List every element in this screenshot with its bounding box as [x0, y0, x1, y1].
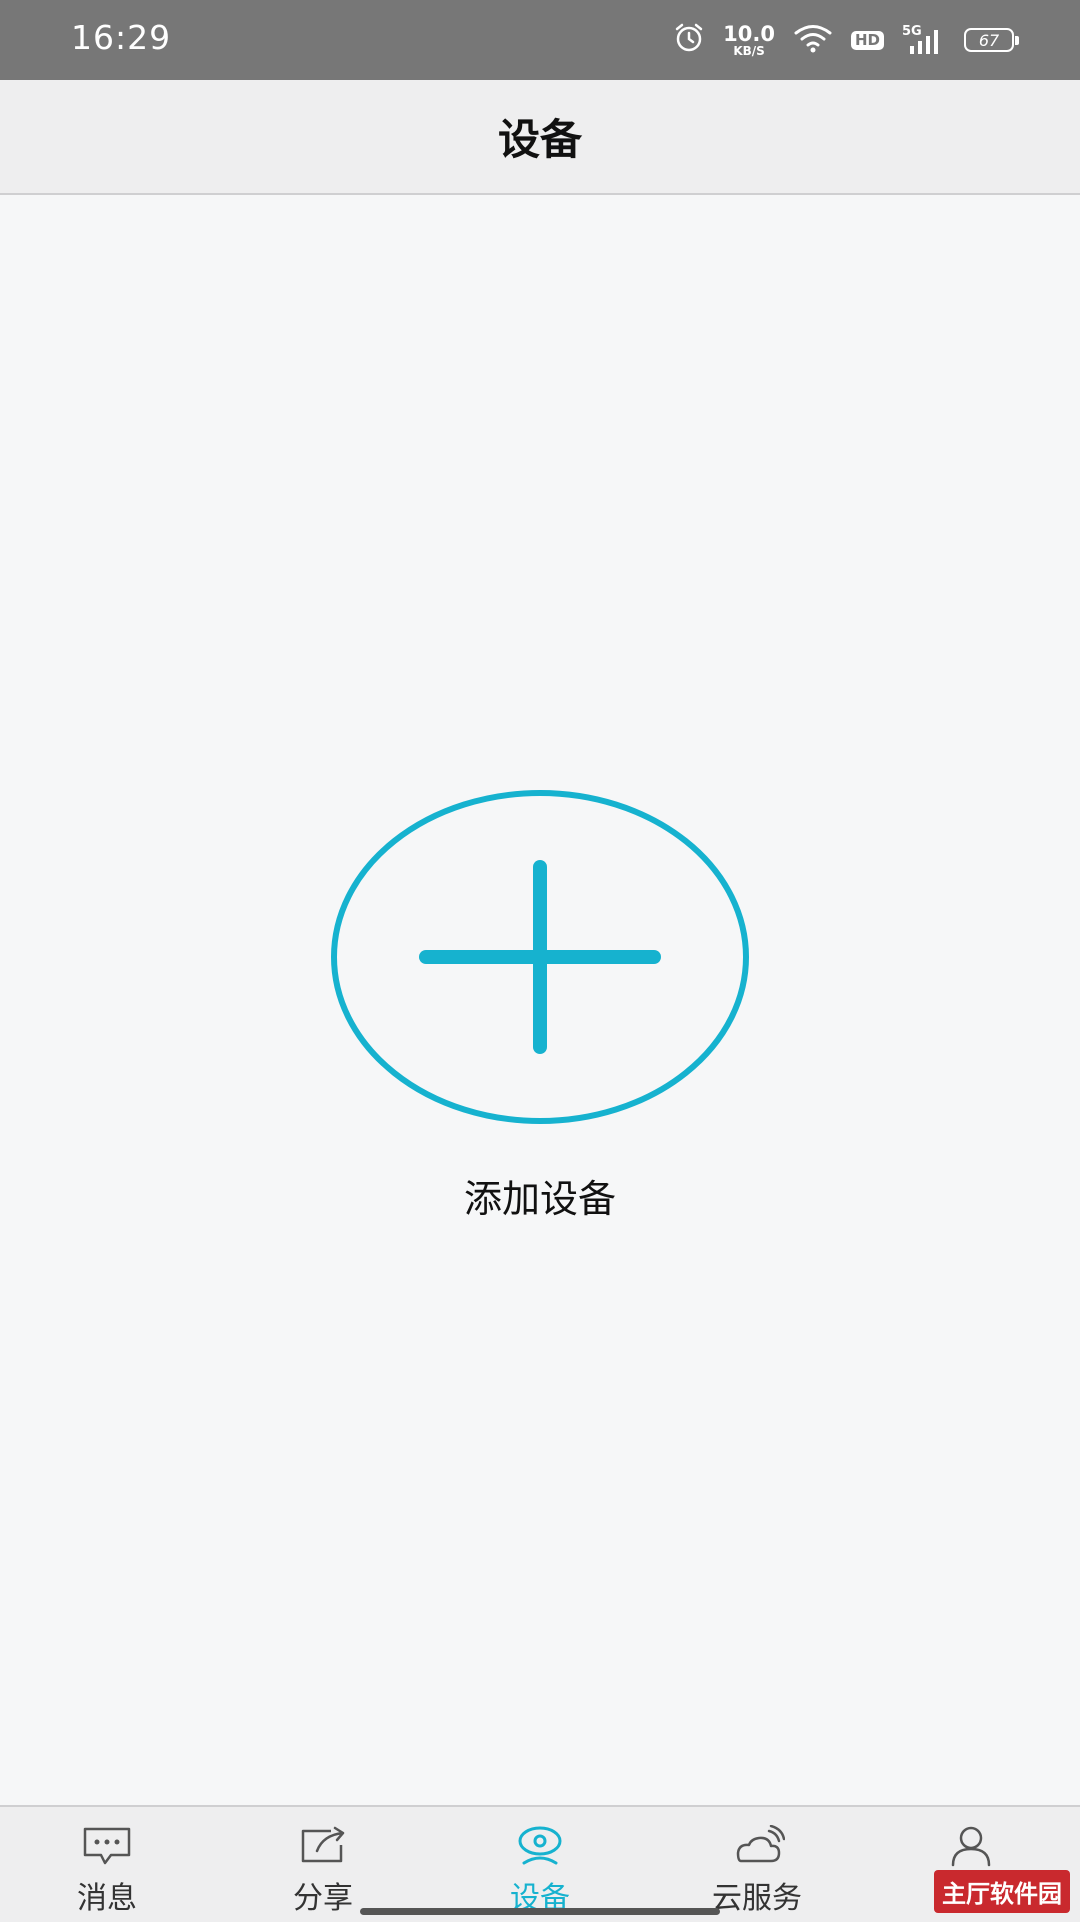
cloud-icon — [736, 1825, 785, 1863]
add-device-label[interactable]: 添加设备 — [0, 1168, 1080, 1223]
app-header: 设备 — [0, 80, 1080, 195]
battery-level: 67 — [978, 30, 1000, 50]
tab-cloud[interactable]: 云服务 — [677, 1825, 837, 1917]
net-speed: 10.0 KB/S — [723, 21, 775, 58]
status-bar: 16:29 10.0 KB/S HD 5G 67 — [0, 0, 1080, 80]
tab-label: 云服务 — [712, 1881, 802, 1916]
plus-circle-icon — [331, 790, 749, 1124]
net-speed-value: 10.0 — [723, 21, 775, 46]
tab-messages[interactable]: 消息 — [27, 1825, 187, 1917]
tab-share[interactable]: 分享 — [243, 1825, 403, 1917]
tab-devices[interactable]: 设备 — [460, 1825, 620, 1917]
watermark: 主厅软件园 — [934, 1870, 1070, 1913]
camera-icon — [518, 1826, 562, 1865]
hd-badge: HD — [850, 30, 884, 50]
tab-bar: 消息 分享 设备 云服务 用户 — [0, 1805, 1080, 1922]
user-icon — [951, 1826, 991, 1867]
share-icon — [301, 1826, 345, 1863]
status-icons: 10.0 KB/S HD 5G 67 — [673, 21, 1019, 58]
page-title: 设备 — [497, 115, 582, 164]
add-device-button[interactable] — [330, 789, 750, 1125]
tab-label: 分享 — [293, 1881, 353, 1916]
alarm-icon — [673, 22, 705, 58]
status-time: 16:29 — [71, 18, 172, 57]
home-indicator[interactable] — [360, 1908, 720, 1915]
net-speed-unit: KB/S — [733, 43, 765, 58]
battery-icon: 67 — [964, 28, 1019, 52]
wifi-icon — [793, 23, 833, 57]
message-icon — [83, 1827, 131, 1865]
tab-label: 消息 — [77, 1881, 137, 1916]
signal-icon: 5G — [902, 24, 946, 56]
